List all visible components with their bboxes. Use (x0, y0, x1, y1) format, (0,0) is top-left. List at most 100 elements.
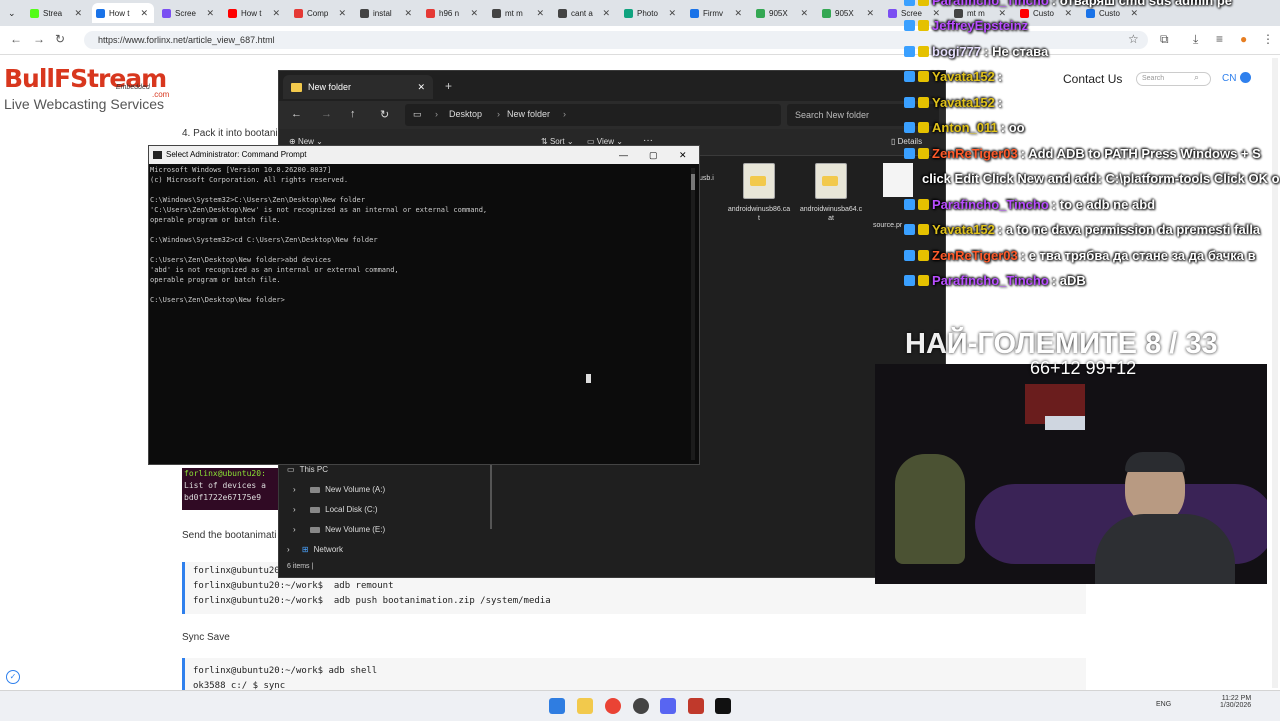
obs-icon[interactable] (633, 698, 649, 714)
globe-icon[interactable] (1240, 72, 1251, 83)
browser-tab[interactable]: cant a ✕ (554, 3, 616, 23)
keyboard-language[interactable]: ENG (1156, 701, 1171, 708)
start-icon[interactable] (549, 698, 565, 714)
platform-badge-icon (904, 71, 915, 82)
browser-tab[interactable]: h96 n ✕ (422, 3, 484, 23)
cmd-scrollbar[interactable] (691, 168, 695, 460)
back-icon[interactable]: ← (291, 108, 302, 120)
chat-message: Parafincho_Tincho: aDB (904, 269, 1086, 293)
chat-message: click Edit Click New and add: C:\platfor… (922, 167, 1280, 191)
browser-tab[interactable]: Scree ✕ (158, 3, 220, 23)
breadcrumb-item[interactable]: New folder (507, 109, 550, 119)
browser-tab[interactable]: Strea ✕ (26, 3, 88, 23)
file-explorer-icon[interactable] (577, 698, 593, 714)
lang-switch[interactable]: CN (1222, 73, 1236, 84)
clock[interactable]: 11:22 PM 1/30/2026 (1220, 695, 1251, 709)
shield-check-icon[interactable]: ✓ (6, 670, 20, 684)
file-item[interactable]: androidwinusba64.cat (799, 163, 863, 223)
profile-icon[interactable]: ● (1240, 32, 1247, 46)
file-name: androidwinusba64.cat (799, 206, 863, 222)
explorer-tab[interactable]: New folder ✕ (283, 75, 433, 99)
browser-tab[interactable]: 905X ✕ (752, 3, 814, 23)
browser-tab[interactable]: mt m ✕ (488, 3, 550, 23)
close-tab-icon[interactable]: ✕ (417, 82, 433, 93)
close-tab-icon[interactable]: ✕ (536, 8, 550, 19)
close-tab-icon[interactable]: ✕ (206, 8, 220, 19)
browser-tab[interactable]: instal ✕ (356, 3, 418, 23)
chat-username[interactable]: Yavata152 (932, 95, 995, 110)
maximize-icon[interactable]: ▢ (649, 146, 658, 164)
up-icon[interactable]: ↑ (350, 108, 356, 120)
favicon-icon (30, 8, 39, 18)
close-tab-icon[interactable]: ✕ (602, 8, 616, 19)
chat-username[interactable]: Anton_011 (932, 120, 998, 135)
file-item[interactable]: androidwinusb86.cat (727, 163, 791, 223)
chat-username[interactable]: ZenReTiger03 (932, 248, 1018, 263)
chat-username[interactable]: bogi777 (932, 44, 981, 59)
chrome-icon[interactable] (605, 698, 621, 714)
file-item-partial[interactable]: source.pr (873, 222, 902, 229)
close-tab-icon[interactable]: ✕ (866, 8, 880, 19)
close-tab-icon[interactable]: ✕ (470, 8, 484, 19)
tree-volume-a[interactable]: › New Volume (A:) (293, 485, 385, 494)
code-block-sync: forlinx@ubuntu20:~/work$ adb shell ok358… (182, 658, 1086, 690)
close-tab-icon[interactable]: ✕ (800, 8, 814, 19)
subscriber-badge-icon (918, 20, 929, 31)
back-icon[interactable]: ← (10, 32, 22, 46)
search-icon[interactable]: ⌕ (1194, 72, 1199, 83)
breadcrumb-item[interactable]: Desktop (449, 109, 482, 119)
browser-tab[interactable]: Photo ✕ (620, 3, 682, 23)
more-icon[interactable]: ⋮ (1262, 32, 1274, 46)
close-tab-icon[interactable]: ✕ (338, 8, 352, 19)
favicon-icon (360, 8, 369, 18)
close-icon[interactable]: ✕ (679, 146, 687, 164)
app-icon[interactable] (688, 698, 704, 714)
browser-tab[interactable]: How t ✕ (224, 3, 286, 23)
close-tab-icon[interactable]: ✕ (404, 8, 418, 19)
close-tab-icon[interactable]: ✕ (734, 8, 748, 19)
chat-username[interactable]: JeffreyEpsteinz (932, 18, 1028, 33)
tree-scrollbar[interactable] (490, 465, 492, 529)
browser-tab[interactable]: How t ✕ (92, 3, 154, 23)
chat-username[interactable]: Yavata152 (932, 69, 995, 84)
chat-username[interactable]: Parafincho_Tincho (932, 0, 1049, 8)
browser-tab[interactable]: Firmv ✕ (686, 3, 748, 23)
close-tab-icon[interactable]: ✕ (74, 8, 88, 19)
file-item-partial[interactable]: usb.i (699, 175, 714, 182)
forward-icon[interactable]: → (321, 108, 332, 120)
tree-this-pc[interactable]: ▭ This PC (287, 465, 328, 474)
tree-volume-e[interactable]: › New Volume (E:) (293, 525, 385, 534)
close-tab-icon[interactable]: ✕ (272, 8, 286, 19)
browser-tab[interactable]: 905X ✕ (818, 3, 880, 23)
explorer-breadcrumb[interactable]: ▭ › Desktop › New folder › (405, 104, 781, 126)
tab-menu-button[interactable]: ⌄ (2, 3, 20, 23)
chat-username[interactable]: Parafincho_Tincho (932, 197, 1049, 212)
page-scrollbar[interactable] (1272, 58, 1278, 688)
minimize-icon[interactable]: — (619, 146, 628, 164)
favicon-icon (822, 8, 831, 18)
nav-contact-us[interactable]: Contact Us (1063, 72, 1122, 86)
discord-icon[interactable] (660, 698, 676, 714)
star-icon[interactable]: ☆ (1128, 32, 1139, 46)
forward-icon[interactable]: → (33, 32, 45, 46)
browser-tab[interactable]: Comp ✕ (290, 3, 352, 23)
reload-icon[interactable]: ↻ (55, 32, 65, 46)
tab-title: Photo (637, 8, 658, 18)
site-search-input[interactable]: Search (1136, 72, 1211, 86)
extensions-icon[interactable]: ⧉ (1160, 32, 1169, 47)
drive-icon (310, 526, 321, 533)
close-tab-icon[interactable]: ✕ (140, 8, 154, 19)
tree-network[interactable]: › ⊞ Network (287, 545, 343, 554)
new-tab-icon[interactable]: + (445, 79, 452, 93)
chat-username[interactable]: Yavata152 (932, 222, 995, 237)
close-tab-icon[interactable]: ✕ (668, 8, 682, 19)
chat-username[interactable]: ZenReTiger03 (932, 146, 1018, 161)
refresh-icon[interactable]: ↻ (380, 108, 389, 121)
overlay-title: НАЙ-ГОЛЕМИТЕ 8 / 33 (905, 328, 1218, 360)
tree-local-disk-c[interactable]: › Local Disk (C:) (293, 505, 378, 514)
cmd-output[interactable]: Microsoft Windows [Version 10.0.26200.80… (150, 165, 487, 305)
download-icon[interactable]: ⤓ (1193, 32, 1198, 47)
chat-username[interactable]: Parafincho_Tincho (932, 273, 1049, 288)
terminal-icon[interactable] (715, 698, 731, 714)
settings-icon[interactable]: ≡ (1216, 32, 1223, 46)
